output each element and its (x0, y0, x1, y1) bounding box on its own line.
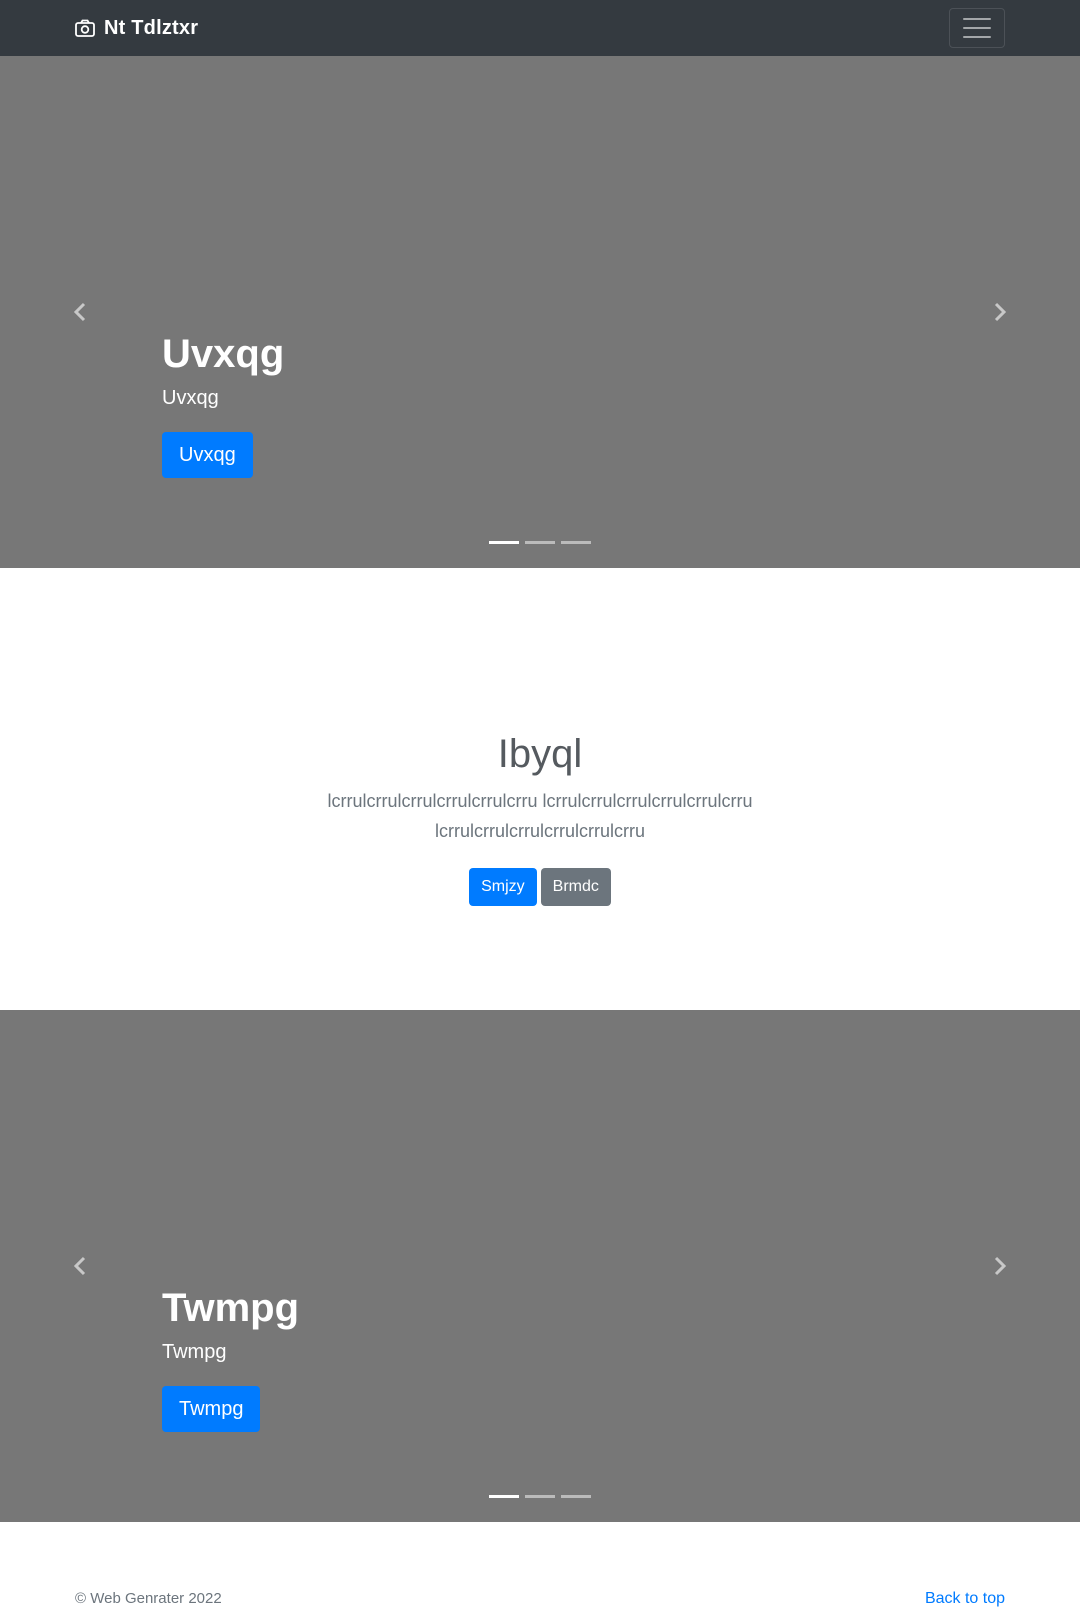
brand-link[interactable]: Nt Tdlztxr (75, 0, 198, 56)
carousel-next-control[interactable] (920, 1010, 1080, 1522)
carousel-indicator[interactable] (489, 541, 519, 544)
hero-buttons: Smjzy Brmdc (0, 868, 1080, 906)
carousel-indicators (0, 1495, 1080, 1498)
carousel-cta-button[interactable]: Twmpg (162, 1386, 261, 1432)
carousel-subtitle: Uvxqg (162, 387, 219, 409)
hero-section: Ibyql lcrrulcrrulcrrulcrrulcrrulcrru lcr… (0, 568, 1080, 1010)
hamburger-icon (963, 18, 991, 20)
carousel-subtitle: Twmpg (162, 1341, 227, 1363)
carousel-indicator[interactable] (561, 1495, 591, 1498)
hero-title: Ibyql (497, 732, 583, 776)
hero-lead: lcrrulcrrulcrrulcrrulcrrulcrru lcrrulcrr… (327, 791, 753, 841)
carousel-bottom: Twmpg Twmpg Twmpg (0, 1010, 1080, 1522)
back-to-top-link[interactable]: Back to top (925, 1590, 1005, 1608)
chevron-left-icon (73, 1256, 87, 1276)
carousel-cta-button[interactable]: Uvxqg (162, 432, 253, 478)
carousel-indicator[interactable] (489, 1495, 519, 1498)
carousel-prev-control[interactable] (0, 1010, 160, 1522)
chevron-right-icon (993, 302, 1007, 322)
carousel-prev-control[interactable] (0, 56, 160, 568)
carousel-caption: Twmpg Twmpg Twmpg (162, 1284, 299, 1432)
navbar: Nt Tdlztxr (0, 0, 1080, 56)
navbar-toggler-button[interactable] (949, 8, 1005, 48)
carousel-top: Uvxqg Uvxqg Uvxqg (0, 56, 1080, 568)
chevron-left-icon (73, 302, 87, 322)
brand-name: Nt Tdlztxr (104, 16, 199, 39)
hero-primary-button[interactable]: Smjzy (469, 868, 537, 906)
carousel-indicator[interactable] (525, 1495, 555, 1498)
copyright-text: © Web Genrater 2022 (75, 1590, 222, 1607)
carousel-indicator[interactable] (525, 541, 555, 544)
carousel-next-control[interactable] (920, 56, 1080, 568)
carousel-caption: Uvxqg Uvxqg Uvxqg (162, 330, 284, 478)
carousel-indicators (0, 541, 1080, 544)
carousel-indicator[interactable] (561, 541, 591, 544)
chevron-right-icon (993, 1256, 1007, 1276)
camera-icon (75, 19, 95, 37)
carousel-title: Twmpg (162, 1286, 300, 1330)
footer: © Web Genrater 2022 Back to top (0, 1522, 1080, 1610)
carousel-title: Uvxqg (162, 332, 285, 376)
hero-secondary-button[interactable]: Brmdc (540, 868, 611, 906)
